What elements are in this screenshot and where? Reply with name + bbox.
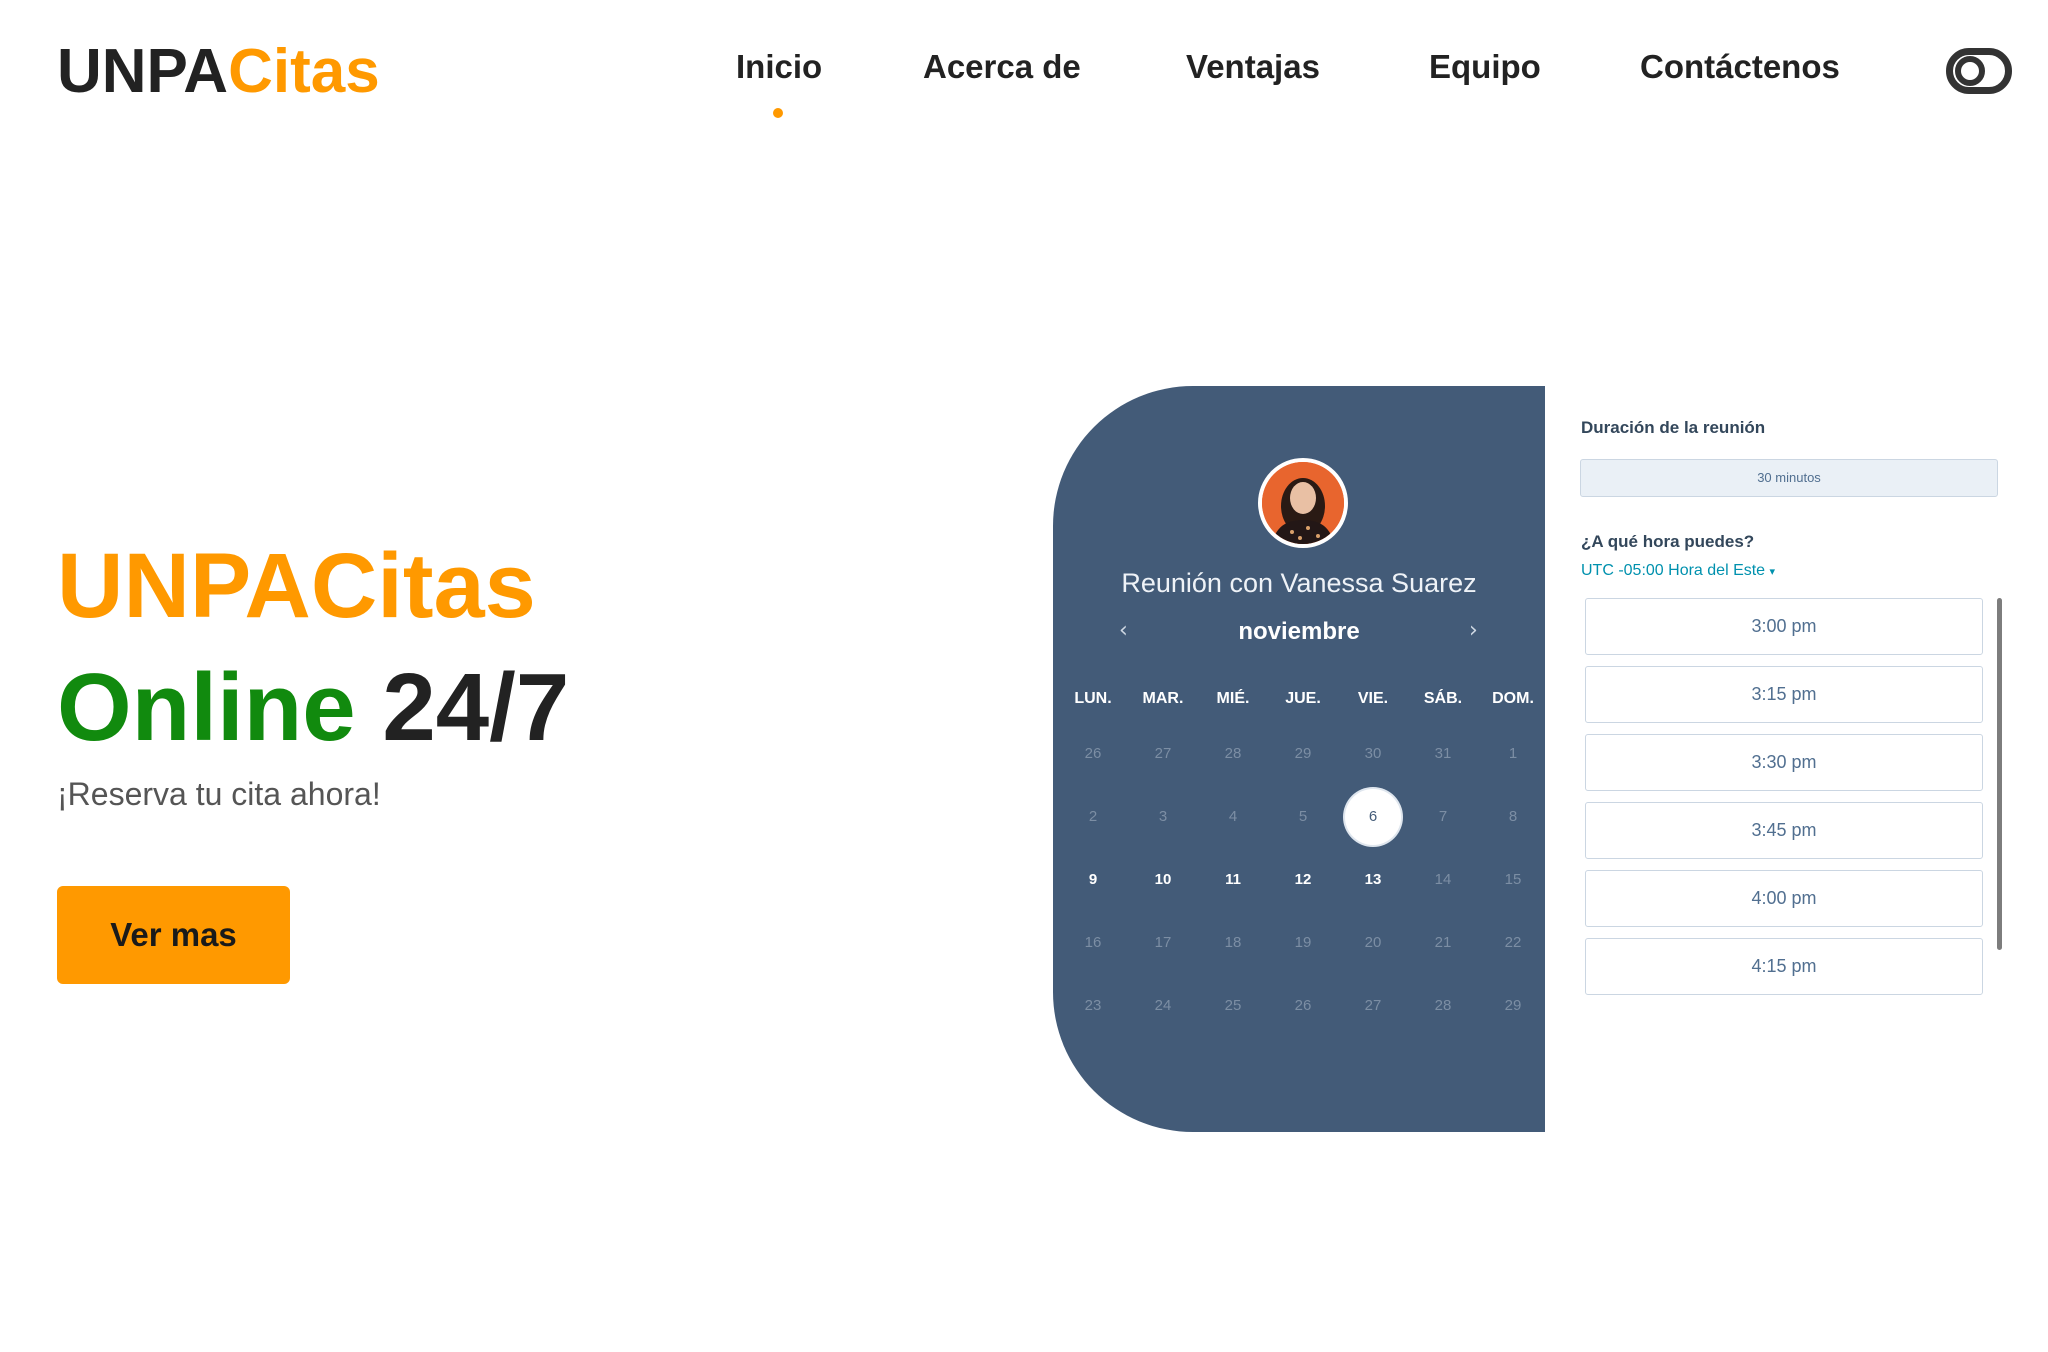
calendar-day: 29 xyxy=(1294,745,1312,762)
time-slot[interactable]: 3:30 pm xyxy=(1585,734,1983,791)
brand-logo-part1: UNPA xyxy=(57,37,229,106)
navbar: UNPACitas Inicio Acerca de Ventajas Equi… xyxy=(0,0,2048,150)
calendar-day: 8 xyxy=(1508,808,1518,825)
hero-subtitle-online: Online xyxy=(57,654,356,761)
nav-item-contactenos[interactable]: Contáctenos xyxy=(1640,48,1840,86)
calendar-day: 20 xyxy=(1364,934,1382,951)
weekday-header: VIE. xyxy=(1357,690,1389,707)
calendar-day: 25 xyxy=(1224,997,1242,1014)
time-slot[interactable]: 3:15 pm xyxy=(1585,666,1983,723)
hero-tagline: ¡Reserva tu cita ahora! xyxy=(57,776,381,812)
duration-select[interactable]: 30 minutos xyxy=(1580,459,1998,497)
calendar-day: 24 xyxy=(1154,997,1172,1014)
booking-details-panel: Duración de la reunión 30 minutos ¿A qué… xyxy=(1545,386,2015,1132)
calendar-day: 23 xyxy=(1084,997,1102,1014)
calendar-day: 26 xyxy=(1084,745,1102,762)
nav-active-indicator xyxy=(773,108,783,118)
time-slot[interactable]: 3:45 pm xyxy=(1585,802,1983,859)
calendar-day: 16 xyxy=(1084,934,1102,951)
calendar-day: 30 xyxy=(1364,745,1382,762)
nav-item-ventajas[interactable]: Ventajas xyxy=(1186,48,1320,86)
calendar-day: 2 xyxy=(1088,808,1098,825)
booking-calendar-panel: Reunión con Vanessa Suarez ‹ noviembre ›… xyxy=(1053,386,1545,1132)
calendar-day: 28 xyxy=(1224,745,1242,762)
calendar-day[interactable]: 9 xyxy=(1065,852,1121,908)
calendar-day: 3 xyxy=(1158,808,1168,825)
calendar-day: 17 xyxy=(1154,934,1172,951)
nav-item-acerca-de[interactable]: Acerca de xyxy=(923,48,1081,86)
brand-logo[interactable]: UNPACitas xyxy=(57,36,380,107)
weekday-header: DOM. xyxy=(1492,690,1534,707)
caret-down-icon: ▾ xyxy=(1769,566,1776,578)
time-slot[interactable]: 4:00 pm xyxy=(1585,870,1983,927)
calendar-day[interactable]: 11 xyxy=(1205,852,1261,908)
theme-toggle-icon[interactable] xyxy=(1946,48,2012,94)
weekday-header: JUE. xyxy=(1285,690,1321,707)
calendar-day: 27 xyxy=(1154,745,1172,762)
nav-item-equipo[interactable]: Equipo xyxy=(1429,48,1541,86)
slots-scrollbar[interactable] xyxy=(1997,598,2002,950)
weekday-header: LUN. xyxy=(1074,690,1112,707)
calendar-day: 29 xyxy=(1504,997,1522,1014)
time-slot[interactable]: 3:00 pm xyxy=(1585,598,1983,655)
calendar-day: 22 xyxy=(1504,934,1522,951)
calendar-day: 26 xyxy=(1294,997,1312,1014)
weekday-header: SÁB. xyxy=(1423,690,1463,707)
host-avatar xyxy=(1258,458,1348,548)
weekday-header: MIÉ. xyxy=(1216,690,1250,707)
calendar-day[interactable]: 10 xyxy=(1135,852,1191,908)
calendar-day: 14 xyxy=(1434,871,1452,888)
toggle-knob xyxy=(1955,56,1985,86)
ver-mas-button[interactable]: Ver mas xyxy=(57,886,290,984)
calendar-day: 28 xyxy=(1434,997,1452,1014)
calendar-day: 27 xyxy=(1364,997,1382,1014)
time-question: ¿A qué hora puedes? xyxy=(1581,532,1755,551)
calendar-day: 21 xyxy=(1434,934,1452,951)
calendar-day: 1 xyxy=(1508,745,1518,762)
brand-logo-part2: Citas xyxy=(228,37,380,106)
hero-subtitle-hours: 24/7 xyxy=(382,654,570,761)
calendar-day: 15 xyxy=(1504,871,1522,888)
chevron-right-icon[interactable]: › xyxy=(1469,618,1478,643)
month-navigation: ‹ noviembre › xyxy=(1053,618,1545,658)
calendar-day: 19 xyxy=(1294,934,1312,951)
calendar-day: 18 xyxy=(1224,934,1242,951)
calendar-day: 31 xyxy=(1434,745,1452,762)
calendar-day[interactable]: 12 xyxy=(1275,852,1331,908)
timezone-label: UTC -05:00 Hora del Este xyxy=(1581,562,1766,579)
hero-title: UNPACitas xyxy=(57,535,536,637)
hero-subtitle: Online 24/7 xyxy=(57,660,569,756)
timezone-dropdown[interactable]: UTC -05:00 Hora del Este ▾ xyxy=(1581,562,1775,580)
time-slot[interactable]: 4:15 pm xyxy=(1585,938,1983,995)
calendar-day: 5 xyxy=(1298,808,1308,825)
calendar-day: 4 xyxy=(1228,808,1238,825)
calendar-day: 7 xyxy=(1438,808,1448,825)
duration-label: Duración de la reunión xyxy=(1581,418,1766,437)
meeting-title: Reunión con Vanessa Suarez xyxy=(1121,568,1477,598)
nav-item-inicio[interactable]: Inicio xyxy=(736,48,822,86)
calendar-day[interactable]: 13 xyxy=(1345,852,1401,908)
weekday-header: MAR. xyxy=(1142,690,1184,707)
calendar-day[interactable]: 6 xyxy=(1345,789,1401,845)
host-avatar-image xyxy=(1262,462,1344,544)
